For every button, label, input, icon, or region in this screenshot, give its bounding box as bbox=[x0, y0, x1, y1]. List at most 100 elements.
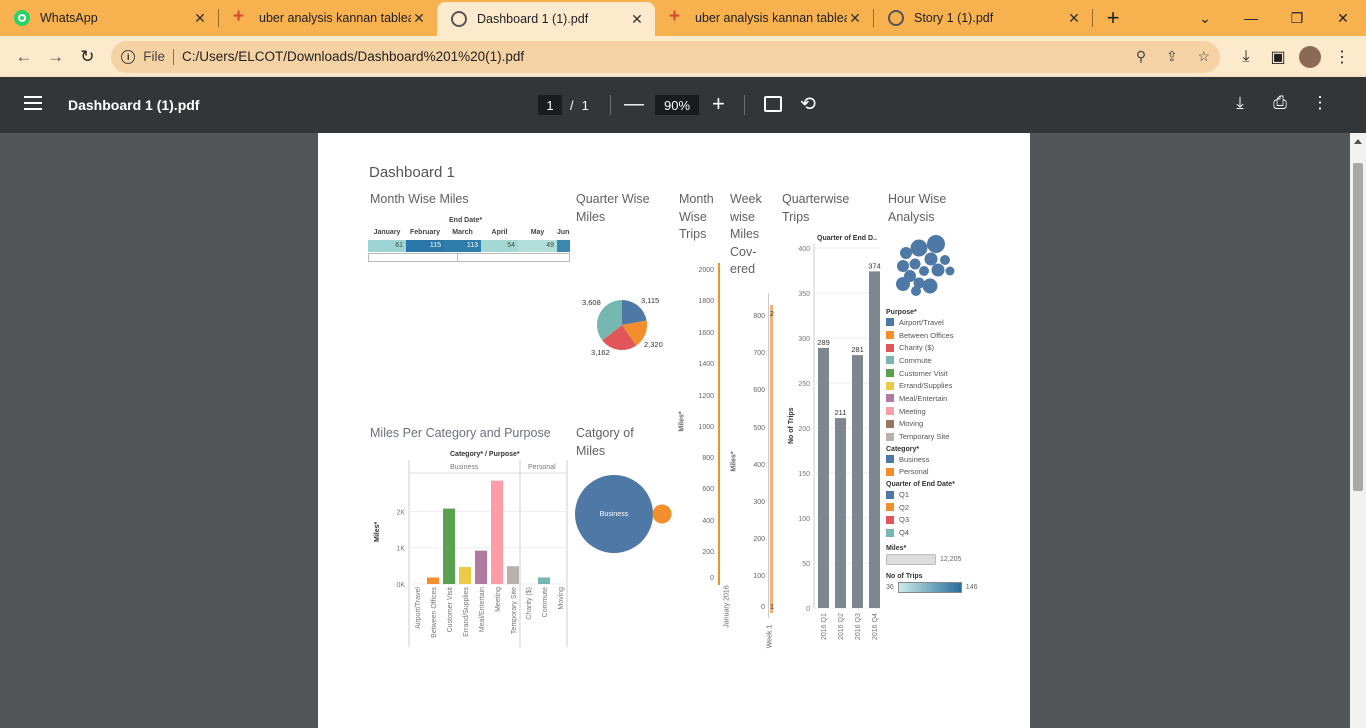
legend-item[interactable]: Temporary Site bbox=[886, 430, 996, 443]
legend-item[interactable]: Charity ($) bbox=[886, 341, 996, 354]
star-icon[interactable]: ☆ bbox=[1197, 48, 1210, 64]
legend-item[interactable]: Customer Visit bbox=[886, 367, 996, 380]
bubble[interactable] bbox=[922, 278, 938, 294]
bar[interactable] bbox=[869, 271, 880, 608]
bar[interactable] bbox=[818, 347, 829, 608]
legend-swatch bbox=[886, 467, 894, 476]
legend-item[interactable]: Q4 bbox=[886, 526, 996, 539]
scroll-up-icon[interactable] bbox=[1354, 139, 1362, 144]
title-line: Hour Wise bbox=[888, 192, 947, 206]
tab-uber-analysis-1[interactable]: uber analysis kannan tableau ✕ bbox=[219, 0, 437, 36]
close-icon[interactable]: ✕ bbox=[411, 10, 427, 27]
bubble[interactable] bbox=[919, 266, 929, 276]
bubble[interactable] bbox=[945, 266, 955, 276]
back-button[interactable]: ← bbox=[8, 41, 40, 73]
gradient-swatch bbox=[897, 582, 962, 593]
legend-item[interactable]: Between Offices bbox=[886, 329, 996, 342]
legend-label: Business bbox=[899, 454, 930, 464]
share-icon[interactable]: ⇪ bbox=[1166, 48, 1178, 64]
bar[interactable] bbox=[507, 566, 519, 584]
bubble[interactable] bbox=[911, 286, 921, 296]
bubble[interactable] bbox=[897, 260, 909, 272]
url-text[interactable]: C:/Users/ELCOT/Downloads/Dashboard%201%2… bbox=[182, 49, 1120, 64]
avatar[interactable] bbox=[1299, 45, 1321, 68]
bar[interactable] bbox=[459, 566, 471, 584]
bar[interactable] bbox=[538, 577, 550, 584]
bar[interactable] bbox=[427, 577, 439, 584]
bubble[interactable] bbox=[896, 277, 910, 291]
vertical-scrollbar[interactable] bbox=[1350, 133, 1366, 728]
bar[interactable] bbox=[852, 355, 863, 608]
bar[interactable] bbox=[770, 305, 773, 613]
zoom-icon[interactable]: ⚲ bbox=[1136, 48, 1146, 64]
legend-item[interactable]: Business bbox=[886, 453, 996, 466]
bar[interactable] bbox=[491, 480, 503, 584]
hamburger-menu-icon[interactable] bbox=[24, 96, 42, 110]
bubble[interactable] bbox=[900, 247, 912, 259]
download-icon[interactable]: ⤓ bbox=[1220, 93, 1260, 113]
download-icon[interactable]: ⤓ bbox=[1230, 41, 1262, 73]
close-icon[interactable]: ✕ bbox=[629, 11, 645, 28]
scroll-thumb[interactable] bbox=[1353, 163, 1363, 491]
legend-swatch bbox=[886, 369, 894, 378]
bar[interactable] bbox=[718, 263, 720, 585]
legend-item[interactable]: Airport/Travel bbox=[886, 316, 996, 329]
restore-icon[interactable]: ❐ bbox=[1274, 0, 1320, 36]
minimize-icon[interactable]: — bbox=[1228, 0, 1274, 36]
legend-item[interactable]: Q1 bbox=[886, 488, 996, 501]
horizontal-scrollbar[interactable] bbox=[368, 253, 570, 262]
tab-uber-analysis-2[interactable]: uber analysis kannan tableau ✕ bbox=[655, 0, 873, 36]
menu-icon[interactable]: ⋮ bbox=[1326, 41, 1358, 73]
reload-button[interactable]: ↻ bbox=[71, 41, 103, 73]
y-tick: 1200 bbox=[698, 393, 714, 400]
legend-item[interactable]: Commute bbox=[886, 354, 996, 367]
info-icon[interactable]: i bbox=[121, 49, 136, 64]
print-icon[interactable]: ⎙ bbox=[1260, 93, 1300, 113]
tab-search-icon[interactable]: ⌄ bbox=[1182, 0, 1228, 36]
bubble[interactable] bbox=[910, 239, 928, 257]
address-bar[interactable]: i File C:/Users/ELCOT/Downloads/Dashboar… bbox=[111, 40, 1220, 73]
legend-item[interactable]: Errand/Supplies bbox=[886, 379, 996, 392]
zoom-in-button[interactable]: + bbox=[712, 91, 725, 117]
x-tick: Temporary Site bbox=[511, 587, 518, 634]
zoom-input[interactable]: 90% bbox=[655, 95, 699, 115]
bar[interactable] bbox=[443, 508, 455, 584]
y-tick: 50 bbox=[802, 561, 810, 568]
title-line: Miles bbox=[576, 209, 606, 224]
tab-whatsapp[interactable]: WhatsApp ✕ bbox=[0, 0, 218, 36]
close-icon[interactable]: ✕ bbox=[1066, 10, 1082, 27]
legend-item[interactable]: Moving bbox=[886, 418, 996, 431]
legend-item[interactable]: Meeting bbox=[886, 405, 996, 418]
legend-item[interactable]: Meal/Entertain bbox=[886, 392, 996, 405]
tab-dashboard-pdf[interactable]: Dashboard 1 (1).pdf ✕ bbox=[437, 2, 655, 36]
legend-item[interactable]: Q2 bbox=[886, 501, 996, 514]
forward-button[interactable]: → bbox=[40, 41, 72, 73]
fit-to-page-icon[interactable] bbox=[764, 96, 782, 112]
bar[interactable] bbox=[835, 418, 846, 608]
y-tick: 500 bbox=[753, 425, 765, 432]
close-window-icon[interactable]: ✕ bbox=[1320, 0, 1366, 36]
close-icon[interactable]: ✕ bbox=[192, 10, 208, 27]
bubble[interactable] bbox=[927, 235, 945, 253]
page-number-input[interactable]: 1 bbox=[538, 95, 562, 115]
legend-item[interactable]: Q3 bbox=[886, 514, 996, 527]
bubble[interactable] bbox=[940, 255, 950, 265]
new-tab-button[interactable]: + bbox=[1093, 0, 1133, 36]
page-indicator: 1 / 1 bbox=[538, 95, 589, 115]
rotate-icon[interactable]: ⟲ bbox=[800, 93, 816, 116]
zoom-out-button[interactable]: — bbox=[624, 93, 644, 116]
bubble[interactable] bbox=[909, 258, 921, 270]
tab-story-pdf[interactable]: Story 1 (1).pdf ✕ bbox=[874, 0, 1092, 36]
bubble-personal[interactable] bbox=[652, 504, 672, 524]
side-panel-icon[interactable]: ▣ bbox=[1262, 41, 1294, 73]
bubble[interactable] bbox=[924, 252, 938, 266]
bar[interactable] bbox=[475, 550, 487, 584]
close-icon[interactable]: ✕ bbox=[847, 10, 863, 27]
pdf-viewer[interactable]: Dashboard 1 Month Wise Miles End Date* J… bbox=[0, 133, 1366, 728]
bubble[interactable] bbox=[931, 263, 945, 277]
more-options-icon[interactable]: ⋮ bbox=[1300, 93, 1340, 113]
legend-label: Personal bbox=[899, 467, 929, 477]
legend-label: Between Offices bbox=[899, 330, 954, 340]
legend-item[interactable]: Personal bbox=[886, 466, 996, 479]
title-line: Miles bbox=[730, 227, 760, 241]
